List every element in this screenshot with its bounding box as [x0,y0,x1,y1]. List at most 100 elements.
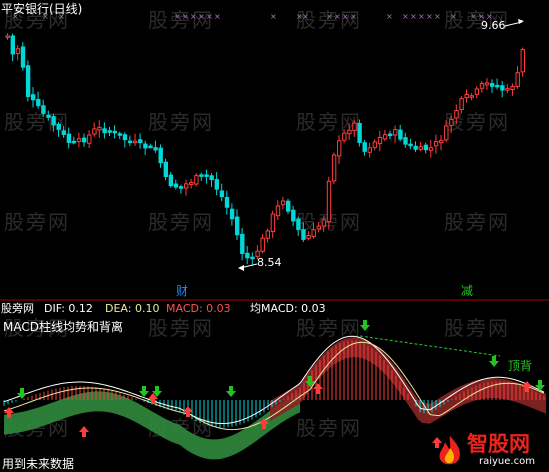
candle-body [311,229,316,237]
candle-body [112,130,117,134]
arrow-up-icon [313,383,323,394]
candle-body [286,200,291,212]
candle-body [520,49,525,73]
price-high-annotation [504,19,524,27]
candle-body [413,145,418,150]
candle-body [362,142,367,152]
indicator-macd: MACD: 0.03 [166,302,231,315]
candle-body [5,35,10,38]
candle-body [296,218,301,230]
candle-body [10,35,16,55]
candle-body [194,175,199,185]
candle-body [82,137,87,143]
signal-mark: × [434,12,441,21]
candle-body [306,235,311,239]
candle-body [51,116,56,126]
candle-body [66,133,72,143]
footer-note: 用到未来数据 [2,457,75,471]
arrow-down-icon [489,356,499,367]
candle-body [235,216,240,236]
candle-body [173,183,179,188]
indicator-dif: DIF: 0.12 [44,302,93,315]
price-low-annotation [238,263,258,271]
candle-body [107,130,112,133]
candle-body [56,123,61,130]
candle-body [398,129,403,140]
candle-body [219,190,225,198]
candle-body [76,138,82,142]
signal-mark: × [270,12,277,21]
candle-body [382,134,388,140]
candle-body [500,85,505,91]
signal-mark: × [174,12,181,21]
signal-mark: × [214,12,221,21]
candle-body [464,93,469,99]
candle-body [138,139,143,144]
arrow-down-icon [360,320,370,331]
signal-mark: × [402,12,409,21]
candle-body [92,128,97,135]
candle-body [15,48,21,55]
arrow-down-icon [535,380,545,391]
signal-mark: × [426,12,433,21]
signal-mark: × [470,12,477,21]
candle-body [352,122,357,132]
signal-mark: × [410,12,417,21]
candle-body [444,125,449,141]
candle-body [199,174,204,177]
signal-mark: × [334,12,341,21]
signal-mark: × [342,12,349,21]
candle-body [372,141,378,148]
candle-body [449,118,454,126]
candle-body [168,174,174,187]
candle-body [321,219,327,227]
signal-mark: × [190,12,197,21]
candle-body [403,137,408,145]
signal-mark: × [386,12,393,21]
candle-body [209,175,214,181]
arrow-down-icon [226,386,236,397]
candle-body [189,181,194,185]
site-logo: 智股网 raiyue.com [435,432,547,470]
signal-marker-strip: × × × × × × × × × × × × × × × × × × × × × × × × × × [12,12,493,21]
candle-body [479,83,485,89]
arrow-up-icon [79,426,89,437]
candle-body [280,200,286,206]
candle-body [331,154,337,182]
candle-body [25,65,31,98]
candle-body [71,140,77,144]
candle-body [484,82,490,86]
candle-body [224,196,230,208]
candle-body [454,110,459,119]
candle-body [510,86,515,90]
signal-mark: × [302,12,309,21]
kline-chart: × × × × × × × × × × × × × × × × × × × × × × × × × × [0,12,549,460]
candle-body [428,147,434,151]
candle-body [408,143,413,147]
candle-body [36,99,41,107]
candle-body [250,256,255,260]
candle-body [245,252,250,259]
candle-body [31,94,36,101]
marker-cai: 财 [176,284,189,298]
candle-body [342,132,347,141]
candle-body [433,141,439,147]
candle-body [357,122,362,143]
arrow-down-icon [17,388,27,399]
candle-body [393,129,398,136]
logo-url: raiyue.com [479,456,535,467]
candle-body [326,180,332,223]
candle-body [20,46,26,68]
signal-mark: × [450,12,457,21]
candle-body [377,136,383,145]
candle-body [127,140,133,144]
signal-mark: × [198,12,205,21]
candle-body [474,88,480,95]
flame-icon [439,436,460,465]
marker-jian: 减 [461,284,474,298]
candle-body [439,140,444,144]
candle-body [122,134,128,141]
candle-body [423,144,429,151]
candle-body [275,205,281,217]
candle-body [163,161,169,178]
